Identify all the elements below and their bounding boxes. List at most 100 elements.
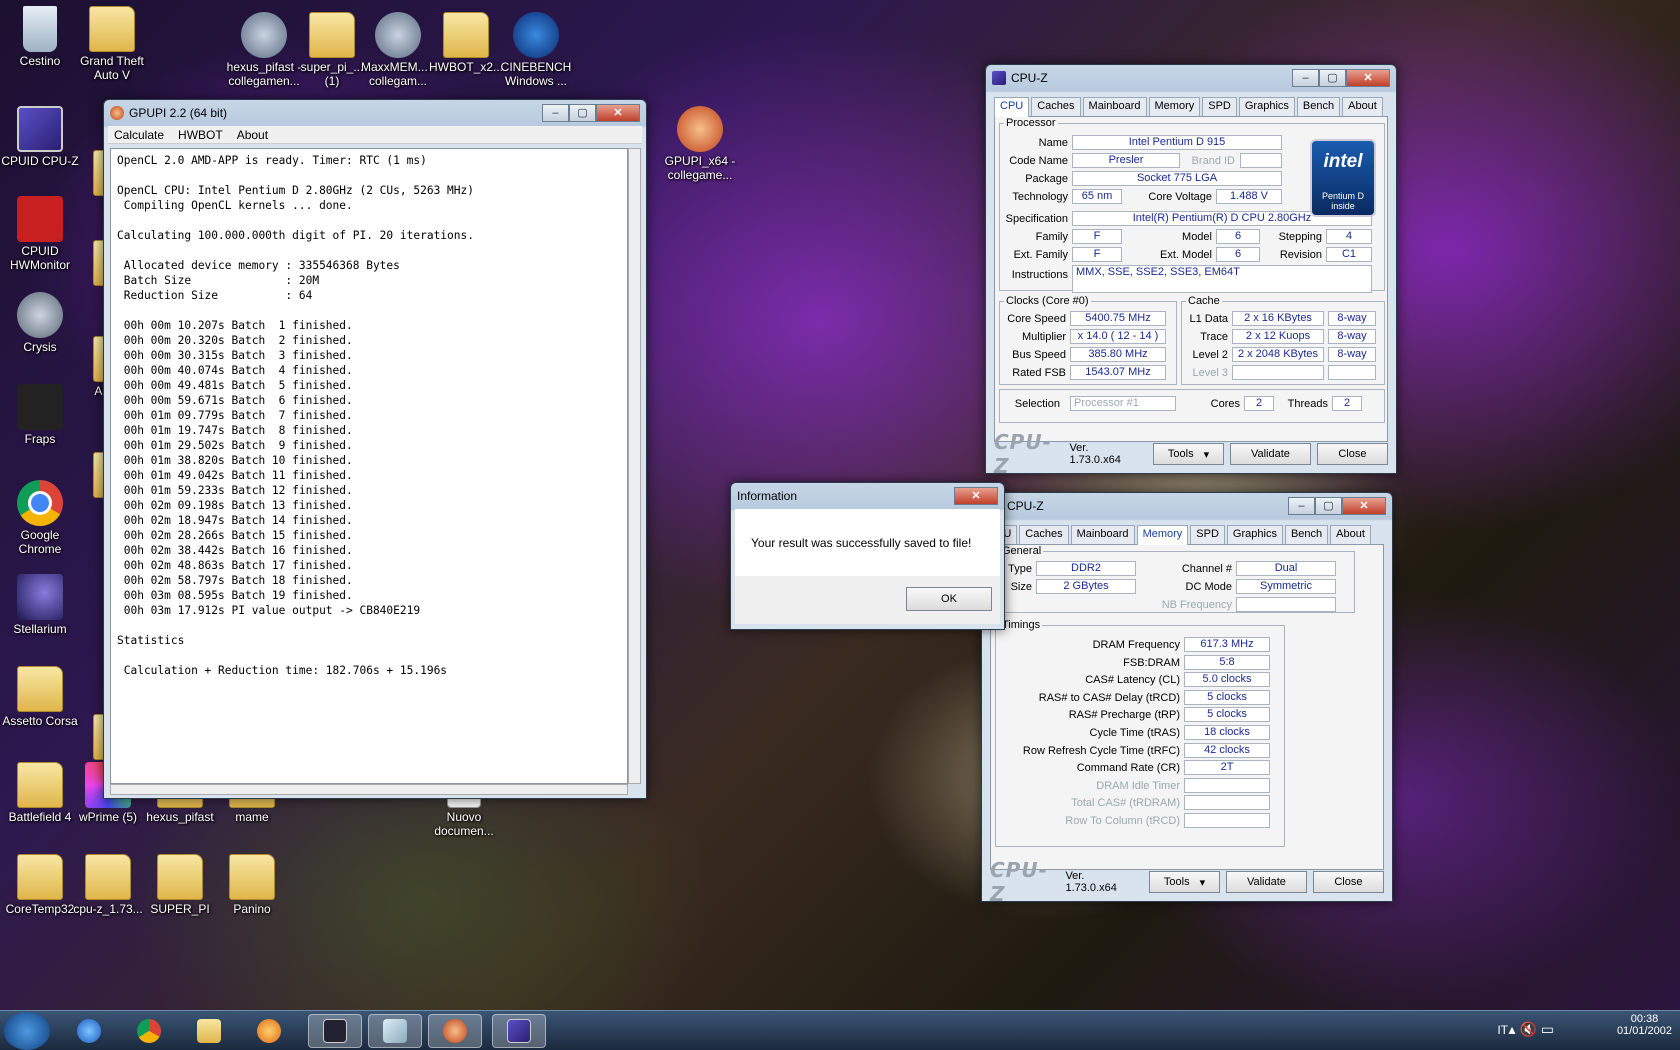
cpu-panel: Processor Name Intel Pentium D 915 Code … (994, 117, 1388, 442)
folder-icon (85, 854, 131, 900)
desktop-icon-label: CPUID CPU-Z (1, 154, 79, 168)
taskbar-chrome[interactable] (122, 1014, 176, 1048)
desktop-icon[interactable]: Cestino (0, 6, 80, 68)
tab-memory[interactable]: Memory (1148, 97, 1201, 116)
taskbar-pll[interactable] (308, 1014, 362, 1048)
desktop-icon[interactable]: GPUPI_x64 - collegame... (660, 106, 740, 182)
timing-value: 5 clocks (1184, 689, 1270, 705)
desktop-icon[interactable]: CPUID HWMonitor (0, 196, 80, 272)
general-group: General Type DDR2 Channel # Dual Size 2 … (995, 545, 1355, 613)
type-value: DDR2 (1036, 561, 1136, 576)
extmodel-value: 6 (1216, 247, 1260, 262)
taskbar-cpuz[interactable] (492, 1014, 546, 1048)
info-button-bar: OK (735, 576, 1000, 624)
timing-label: DRAM Frequency (1092, 639, 1180, 651)
gpupi-titlebar[interactable]: GPUPI 2.2 (64 bit) – ▢ ✕ (104, 100, 646, 126)
taskbar-media-player[interactable] (242, 1014, 296, 1048)
maximize-button[interactable]: ▢ (1319, 69, 1346, 87)
desktop-icon[interactable]: cpu-z_1.73... (68, 854, 148, 916)
close-button[interactable]: ✕ (954, 487, 998, 505)
taskbar-gpupi[interactable] (428, 1014, 482, 1048)
gear-icon (375, 12, 421, 58)
taskbar-explorer[interactable] (182, 1014, 236, 1048)
desktop-icon-label: Crysis (23, 340, 57, 354)
tab-graphics[interactable]: Graphics (1238, 97, 1295, 116)
tab-spd[interactable]: SPD (1202, 97, 1237, 116)
taskbar-pen-app[interactable] (368, 1014, 422, 1048)
desktop-icon[interactable]: Fraps (0, 384, 80, 446)
desktop-icon-label: Stellarium (13, 622, 67, 636)
info-titlebar[interactable]: Information ✕ (731, 483, 1004, 509)
close-app-button[interactable]: Close (1316, 443, 1388, 465)
clock[interactable]: 00:38 01/01/2002 (1617, 1013, 1672, 1037)
maximize-button[interactable]: ▢ (1315, 497, 1342, 515)
tools-label: Tools (1163, 876, 1190, 888)
close-button[interactable]: ✕ (1342, 497, 1386, 515)
tray-icons[interactable]: ▴ 🔇 ▭ (1509, 1021, 1554, 1038)
minimize-button[interactable]: – (1292, 69, 1319, 87)
vertical-scrollbar[interactable] (628, 148, 641, 784)
family-value: F (1072, 229, 1122, 244)
tab-graphics[interactable]: Graphics (1226, 525, 1283, 544)
tab-bench[interactable]: Bench (1284, 525, 1329, 544)
extfamily-label: Ext. Family (1013, 249, 1068, 261)
desktop-icon[interactable]: CINEBENCH Windows ... (496, 12, 576, 88)
menu-calculate[interactable]: Calculate (114, 128, 164, 142)
cpuz-app-icon (992, 71, 1006, 85)
desktop-icon[interactable]: Assetto Corsa (0, 666, 80, 728)
tab-cpu[interactable]: CPU (994, 97, 1030, 118)
desktop-icon[interactable]: Grand Theft Auto V (72, 6, 152, 82)
desktop-icon[interactable]: HWBOT_x2... (426, 12, 506, 74)
minimize-button[interactable]: – (542, 104, 569, 122)
timing-label: RAS# Precharge (tRP) (1068, 709, 1180, 722)
close-button[interactable]: ✕ (596, 104, 640, 122)
validate-button[interactable]: Validate (1230, 443, 1311, 465)
close-button[interactable]: ✕ (1346, 69, 1390, 87)
menu-hwbot[interactable]: HWBOT (178, 128, 223, 142)
cpuz-titlebar[interactable]: CPU-Z – ▢ ✕ (982, 493, 1392, 519)
tools-button[interactable]: Tools ▾ (1152, 443, 1225, 465)
desktop-icon[interactable]: Panino (212, 854, 292, 916)
desktop-icon[interactable]: SUPER_PI (140, 854, 220, 916)
desktop-icon[interactable]: Stellarium (0, 574, 80, 636)
desktop-icon[interactable]: Google Chrome (0, 480, 80, 556)
tab-mainboard[interactable]: Mainboard (1082, 97, 1147, 116)
tab-caches[interactable]: Caches (1031, 97, 1081, 116)
cpuz-titlebar[interactable]: CPU-Z – ▢ ✕ (986, 65, 1396, 91)
gpupi-menubar: Calculate HWBOT About (108, 126, 642, 144)
horizontal-scrollbar[interactable] (110, 784, 628, 795)
ok-button[interactable]: OK (906, 587, 992, 611)
close-app-button[interactable]: Close (1312, 871, 1384, 893)
taskbar-ie[interactable] (62, 1014, 116, 1048)
minimize-button[interactable]: – (1288, 497, 1315, 515)
language-indicator[interactable]: IT (1497, 1023, 1508, 1037)
timing-label: CAS# Latency (CL) (1085, 674, 1180, 687)
codename-value: Presler (1072, 153, 1180, 168)
gpupi-console-output[interactable]: OpenCL 2.0 AMD-APP is ready. Timer: RTC … (110, 148, 628, 784)
desktop-icon-label: Nuovo documen... (434, 810, 494, 838)
desktop-icon[interactable]: Crysis (0, 292, 80, 354)
tab-memory[interactable]: Memory (1136, 525, 1189, 546)
desktop-icon-label: HWBOT_x2... (428, 60, 503, 74)
tab-about[interactable]: About (1330, 525, 1371, 544)
tab-about[interactable]: About (1342, 97, 1383, 116)
menu-about[interactable]: About (237, 128, 268, 142)
start-button[interactable] (4, 1012, 50, 1050)
maximize-button[interactable]: ▢ (569, 104, 596, 122)
tab-spd[interactable]: SPD (1190, 525, 1225, 544)
cine-icon (513, 12, 559, 58)
processor-legend: Processor (1006, 117, 1056, 129)
tab-mainboard[interactable]: Mainboard (1070, 525, 1135, 544)
model-label: Model (1182, 231, 1212, 243)
tab-caches[interactable]: Caches (1019, 525, 1069, 544)
processor-select[interactable]: Processor #1 (1070, 396, 1176, 411)
threads-value: 2 (1332, 396, 1362, 411)
validate-button[interactable]: Validate (1226, 871, 1307, 893)
cache-group: Cache L1 Data 2 x 16 KBytes 8-way Trace … (1181, 295, 1385, 385)
cpuz-icon (17, 106, 63, 152)
desktop-icon[interactable]: CPUID CPU-Z (0, 106, 80, 168)
tools-button[interactable]: Tools ▾ (1148, 871, 1221, 893)
tab-bench[interactable]: Bench (1296, 97, 1341, 116)
tools-label: Tools (1167, 448, 1194, 460)
clocks-legend: Clocks (Core #0) (1006, 295, 1089, 307)
